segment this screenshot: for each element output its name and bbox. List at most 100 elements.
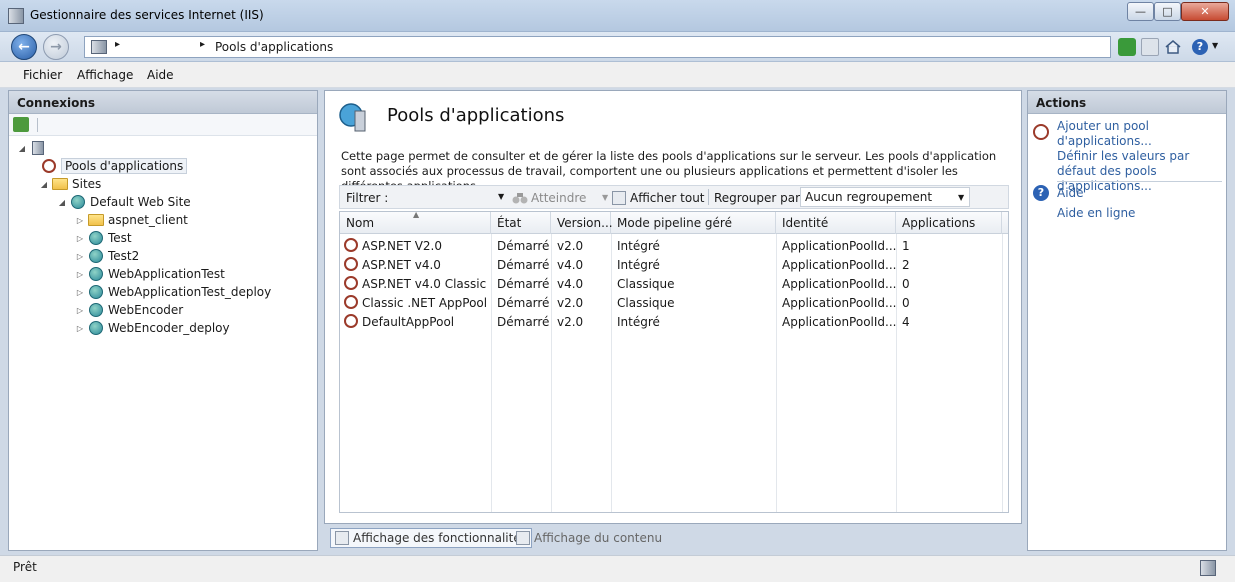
toolbar-divider <box>37 118 38 132</box>
tree-node-label[interactable]: Test <box>108 231 132 245</box>
action-add-app-pool[interactable]: Ajouter un pool d'applications... <box>1057 119 1225 149</box>
close-button[interactable]: ✕ <box>1181 2 1229 21</box>
forward-button[interactable]: → <box>43 34 69 60</box>
column-header-version[interactable]: Version... <box>551 212 613 234</box>
show-all-button[interactable]: Afficher tout <box>612 191 705 205</box>
tree-node-server[interactable]: ◢ <box>17 139 50 157</box>
tree-node-test2[interactable]: ▷ Test2 <box>75 247 139 265</box>
tab-features-view[interactable]: Affichage des fonctionnalités <box>330 528 532 548</box>
app-pool-icon <box>344 295 358 309</box>
chevron-down-icon[interactable]: ▼ <box>602 193 608 202</box>
menu-affichage[interactable]: Affichage <box>77 68 133 82</box>
chevron-down-icon[interactable]: ▼ <box>958 193 964 202</box>
table-row[interactable]: ASP.NET v4.0 Classic Démarré v4.0 Classi… <box>340 275 1002 294</box>
action-online-help[interactable]: Aide en ligne <box>1057 206 1135 221</box>
collapse-arrow-icon[interactable]: ◢ <box>39 180 49 189</box>
application-globe-icon <box>88 266 104 282</box>
tree-node-label[interactable]: WebEncoder_deploy <box>108 321 230 335</box>
content-view-icon <box>516 531 530 545</box>
actions-divider <box>1057 181 1222 182</box>
application-globe-icon <box>88 320 104 336</box>
help-icon: ? <box>1033 185 1049 201</box>
app-pool-icon <box>344 257 358 271</box>
app-pools-table: Nom État Version... Mode pipeline géré I… <box>339 211 1009 513</box>
maximize-button[interactable]: □ <box>1154 2 1181 21</box>
cell-name: ASP.NET v4.0 <box>362 258 441 272</box>
collapse-arrow-icon[interactable]: ◢ <box>17 144 27 153</box>
app-pool-icon <box>1033 124 1049 140</box>
tab-label: Affichage des fonctionnalités <box>353 531 527 545</box>
cell-applications: 4 <box>902 315 910 329</box>
tree-node-label[interactable]: Pools d'applications <box>61 158 188 174</box>
tree-node-sites[interactable]: ◢ Sites <box>39 175 101 193</box>
cell-version: v4.0 <box>557 277 584 291</box>
expand-arrow-icon[interactable]: ▷ <box>75 270 85 279</box>
cell-applications: 0 <box>902 277 910 291</box>
cell-version: v4.0 <box>557 258 584 272</box>
column-header-state[interactable]: État <box>491 212 551 234</box>
expand-arrow-icon[interactable]: ▷ <box>75 324 85 333</box>
go-button[interactable]: Atteindre <box>512 191 586 205</box>
tree-node-label[interactable]: WebApplicationTest_deploy <box>108 285 271 299</box>
menu-aide[interactable]: Aide <box>147 68 174 82</box>
tree-node-label[interactable]: Sites <box>72 177 101 191</box>
tree-node-label[interactable]: WebApplicationTest <box>108 267 225 281</box>
connections-header: Connexions <box>9 91 317 114</box>
tree-node-label[interactable]: Default Web Site <box>90 195 191 209</box>
minimize-button[interactable]: — <box>1127 2 1154 21</box>
column-header-identity[interactable]: Identité <box>776 212 896 234</box>
back-button[interactable]: ← <box>11 34 37 60</box>
expand-arrow-icon[interactable]: ▷ <box>75 252 85 261</box>
tree-node-default-web-site[interactable]: ◢ Default Web Site <box>57 193 191 211</box>
tree-node-webapplicationtest[interactable]: ▷ WebApplicationTest <box>75 265 225 283</box>
help-icon[interactable]: ? <box>1192 39 1208 55</box>
group-by-select[interactable]: Aucun regroupement <box>800 187 970 207</box>
table-row[interactable]: Classic .NET AppPool Démarré v2.0 Classi… <box>340 294 1002 313</box>
stop-icon[interactable] <box>1141 38 1159 56</box>
tree-node-webencoder-deploy[interactable]: ▷ WebEncoder_deploy <box>75 319 230 337</box>
tree-node-app-pools[interactable]: Pools d'applications <box>41 157 188 175</box>
filter-toolbar: Filtrer : ▼ Atteindre ▼ Afficher tout Re… <box>339 185 1009 209</box>
tree-node-test[interactable]: ▷ Test <box>75 229 132 247</box>
sort-ascending-icon: ▲ <box>413 211 420 219</box>
title-bar: Gestionnaire des services Internet (IIS)… <box>0 0 1235 32</box>
filter-input[interactable] <box>388 188 506 206</box>
tab-content-view[interactable]: Affichage du contenu <box>512 528 666 548</box>
expand-arrow-icon[interactable]: ▷ <box>75 306 85 315</box>
chevron-down-icon[interactable]: ▼ <box>1212 41 1218 50</box>
tree-node-label[interactable]: Test2 <box>108 249 139 263</box>
address-bar[interactable]: ▸ ▸ Pools d'applications <box>84 36 1111 58</box>
tree-node-label[interactable]: aspnet_client <box>108 213 188 227</box>
tree-node-webapplicationtest-deploy[interactable]: ▷ WebApplicationTest_deploy <box>75 283 271 301</box>
status-text: Prêt <box>13 560 37 574</box>
filter-label: Filtrer : <box>346 191 389 205</box>
cell-applications: 0 <box>902 296 910 310</box>
expand-arrow-icon[interactable]: ▷ <box>75 288 85 297</box>
table-row[interactable]: DefaultAppPool Démarré v2.0 Intégré Appl… <box>340 313 1002 332</box>
collapse-arrow-icon[interactable]: ◢ <box>57 198 67 207</box>
cell-applications: 2 <box>902 258 910 272</box>
expand-arrow-icon[interactable]: ▷ <box>75 216 85 225</box>
table-row[interactable]: ASP.NET v4.0 Démarré v4.0 Intégré Applic… <box>340 256 1002 275</box>
tree-node-webencoder[interactable]: ▷ WebEncoder <box>75 301 183 319</box>
chevron-down-icon[interactable]: ▼ <box>498 192 504 201</box>
cell-name: Classic .NET AppPool <box>362 296 488 310</box>
cell-version: v2.0 <box>557 315 584 329</box>
connect-icon[interactable] <box>13 117 29 132</box>
tree-node-label[interactable]: WebEncoder <box>108 303 183 317</box>
breadcrumb-separator[interactable]: ▸ <box>200 39 205 50</box>
column-header-applications[interactable]: Applications <box>896 212 1002 234</box>
refresh-icon[interactable] <box>1118 38 1136 56</box>
tree-node-aspnet-client[interactable]: ▷ aspnet_client <box>75 211 188 229</box>
column-header-pipeline-mode[interactable]: Mode pipeline géré <box>611 212 776 234</box>
expand-arrow-icon[interactable]: ▷ <box>75 234 85 243</box>
actions-header: Actions <box>1028 91 1226 114</box>
home-icon[interactable] <box>1164 38 1182 56</box>
menu-fichier[interactable]: Fichier <box>23 68 62 82</box>
folder-icon <box>88 212 104 228</box>
action-help[interactable]: Aide <box>1057 186 1084 201</box>
cell-name: ASP.NET v4.0 Classic <box>362 277 487 291</box>
table-row[interactable]: ASP.NET V2.0 Démarré v2.0 Intégré Applic… <box>340 237 1002 256</box>
breadcrumb-separator[interactable]: ▸ <box>115 39 120 50</box>
breadcrumb-current[interactable]: Pools d'applications <box>215 40 333 54</box>
